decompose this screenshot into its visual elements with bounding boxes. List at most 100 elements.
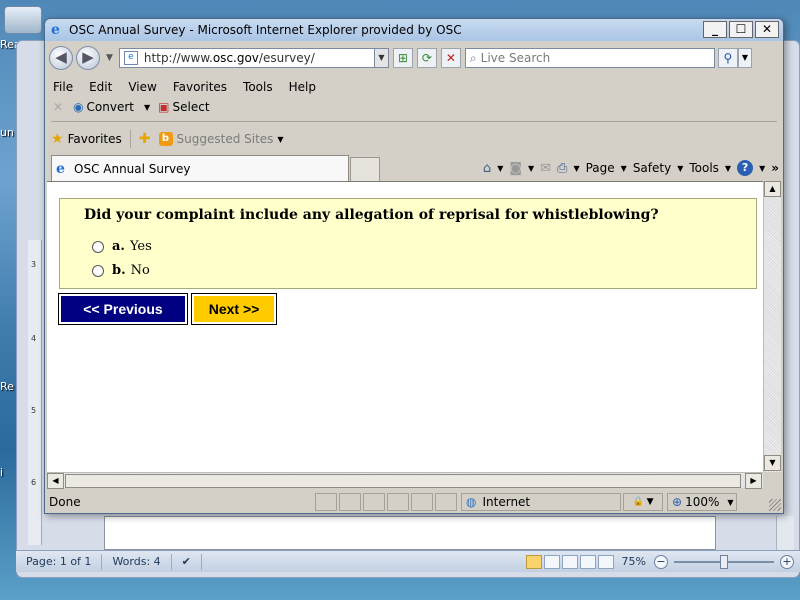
close-button[interactable]: ✕ [755, 21, 779, 38]
option-no[interactable]: b. No [92, 263, 150, 278]
tools-dropdown-icon[interactable]: ▼ [725, 164, 731, 173]
print-layout-view-icon[interactable] [525, 554, 542, 569]
new-tab-button[interactable] [350, 157, 380, 181]
vertical-scrollbar[interactable]: ▲ ▼ [763, 181, 781, 472]
favorites-bar: ★ Favorites ✚ b Suggested Sites ▼ [45, 127, 783, 151]
zoom-control[interactable]: ⊕ 100% ▼ [667, 493, 737, 511]
select-button[interactable]: Select [173, 100, 210, 114]
radio-no[interactable] [92, 264, 104, 277]
convert-button[interactable]: Convert [87, 100, 134, 114]
desktop-icon[interactable] [4, 6, 42, 34]
ruler-mark: 4 [31, 334, 37, 343]
print-dropdown-icon[interactable]: ▼ [573, 164, 579, 173]
close-toolbar-icon[interactable]: ✕ [53, 100, 63, 114]
minimize-button[interactable]: _ [703, 21, 727, 38]
address-bar[interactable]: e http://www.osc.gov/esurvey/ ▼ [118, 48, 389, 68]
menu-help[interactable]: Help [289, 80, 316, 94]
resize-grip-icon[interactable] [769, 499, 781, 511]
add-favorite-icon[interactable]: ✚ [139, 131, 151, 147]
horizontal-scroll-thumb[interactable] [65, 474, 741, 488]
word-status-bar: Page: 1 of 1 Words: 4 ✔ 75% − + [16, 550, 800, 572]
zoom-in-button[interactable]: + [780, 554, 794, 569]
word-vertical-scrollbar[interactable] [776, 516, 794, 550]
next-button[interactable]: Next >> [191, 293, 277, 325]
help-icon[interactable]: ? [737, 160, 754, 176]
home-icon[interactable]: ⌂ [483, 161, 491, 176]
scroll-right-icon[interactable]: ▶ [745, 473, 762, 489]
proofing-icon[interactable]: ✔ [172, 553, 202, 570]
convert-dropdown-icon[interactable]: ▼ [144, 103, 150, 112]
refresh-icon[interactable]: ⟳ [416, 48, 437, 68]
feeds-dropdown-icon[interactable]: ▼ [528, 164, 534, 173]
protected-mode-icon[interactable]: 🔒 ▼ [623, 493, 663, 511]
outline-view-icon[interactable] [579, 554, 596, 569]
tools-menu[interactable]: Tools [689, 161, 719, 175]
page-icon: e [123, 51, 138, 65]
option-label[interactable]: Yes [130, 239, 152, 254]
print-icon[interactable]: ⎙ [557, 161, 567, 176]
option-yes[interactable]: a. Yes [92, 239, 152, 254]
horizontal-scrollbar[interactable]: ◀ ▶ [47, 472, 763, 489]
status-cell [315, 493, 337, 511]
convert-icon: ◉ [73, 100, 84, 114]
title-bar[interactable]: e OSC Annual Survey - Microsoft Internet… [45, 19, 783, 41]
option-label[interactable]: No [131, 263, 150, 278]
security-zone[interactable]: ◍ Internet [461, 493, 621, 511]
page-count[interactable]: Page: 1 of 1 [16, 553, 103, 570]
menu-favorites[interactable]: Favorites [173, 80, 227, 94]
scroll-down-icon[interactable]: ▼ [764, 455, 781, 471]
compatibility-icon[interactable]: ⊞ [392, 48, 413, 68]
zoom-icon: ⊕ [672, 495, 683, 509]
menu-view[interactable]: View [128, 80, 156, 94]
status-cell [339, 493, 361, 511]
full-screen-reading-view-icon[interactable] [543, 554, 560, 569]
page-dropdown-icon[interactable]: ▼ [621, 164, 627, 173]
draft-view-icon[interactable] [597, 554, 614, 569]
scroll-up-icon[interactable]: ▲ [764, 181, 781, 197]
navigation-bar: ◀ ▶ ▼ e http://www.osc.gov/esurvey/ ▼ ⊞ … [45, 41, 783, 75]
zoom-slider[interactable] [674, 554, 774, 569]
option-letter: b. [112, 263, 126, 278]
suggested-sites-dropdown-icon[interactable]: ▼ [277, 135, 283, 144]
radio-yes[interactable] [92, 240, 104, 253]
forward-icon[interactable]: ▶ [76, 46, 100, 70]
previous-button[interactable]: << Previous [58, 293, 188, 325]
menu-bar: File Edit View Favorites Tools Help [45, 77, 783, 97]
zoom-level[interactable]: 75% [616, 555, 652, 568]
address-url[interactable]: http://www.osc.gov/esurvey/ [144, 51, 374, 65]
menu-edit[interactable]: Edit [89, 80, 112, 94]
vertical-ruler: 3 4 5 6 [28, 240, 42, 545]
mail-icon[interactable]: ✉ [540, 161, 551, 176]
search-button[interactable]: ⚲ [717, 48, 738, 68]
feeds-icon[interactable]: ◙ [509, 161, 522, 176]
search-input[interactable]: ⌕ Live Search [464, 48, 715, 68]
chevron-more-icon[interactable]: » [771, 161, 779, 175]
suggested-sites-link[interactable]: Suggested Sites [177, 132, 274, 146]
favorites-button[interactable]: Favorites [68, 132, 122, 146]
scroll-left-icon[interactable]: ◀ [47, 473, 64, 489]
web-layout-view-icon[interactable] [561, 554, 578, 569]
stop-icon[interactable]: ✕ [440, 48, 461, 68]
zoom-out-button[interactable]: − [654, 554, 668, 569]
safety-menu[interactable]: Safety [633, 161, 671, 175]
safety-dropdown-icon[interactable]: ▼ [677, 164, 683, 173]
word-document-page[interactable] [104, 516, 716, 550]
back-icon[interactable]: ◀ [49, 46, 73, 70]
tab-label: OSC Annual Survey [74, 161, 191, 176]
favorites-star-icon: ★ [51, 131, 64, 147]
tab-osc-annual-survey[interactable]: e OSC Annual Survey [51, 155, 349, 181]
zoom-slider-thumb[interactable] [720, 554, 728, 569]
home-dropdown-icon[interactable]: ▼ [497, 164, 503, 173]
tab-row: e OSC Annual Survey ⌂ ▼ ◙ ▼ ✉ ⎙ ▼ Page ▼ Saf… [45, 155, 783, 181]
address-dropdown-icon[interactable]: ▼ [373, 49, 388, 67]
menu-tools[interactable]: Tools [243, 80, 273, 94]
menu-file[interactable]: File [53, 80, 73, 94]
maximize-button[interactable]: ☐ [729, 21, 753, 38]
ruler-mark: 5 [31, 406, 37, 415]
zoom-dropdown-icon[interactable]: ▼ [727, 498, 733, 507]
word-count[interactable]: Words: 4 [102, 553, 172, 570]
search-options-dropdown-icon[interactable]: ▼ [737, 48, 752, 68]
page-menu[interactable]: Page [586, 161, 615, 175]
history-dropdown-icon[interactable]: ▼ [106, 53, 113, 63]
help-dropdown-icon[interactable]: ▼ [759, 164, 765, 173]
